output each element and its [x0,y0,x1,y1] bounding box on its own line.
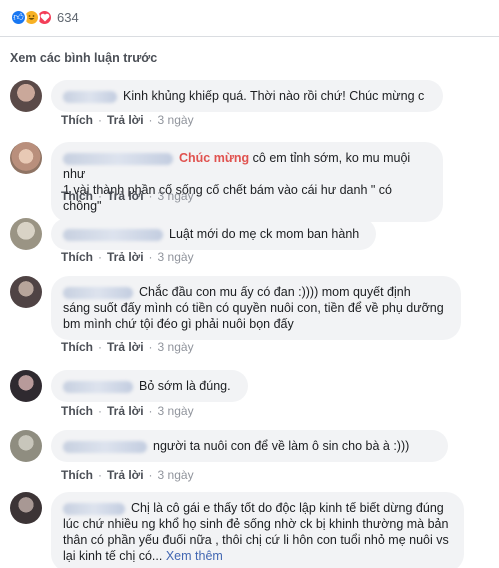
comment-text: Luật mới do mẹ ck mom ban hành [169,227,360,241]
comment-actions: Thích · Trả lời · 3 ngày [61,113,194,127]
comment-text: Kinh khủng khiếp quá. Thời nào rồi chứ! … [123,89,425,103]
commenter-name-blurred[interactable] [63,380,133,393]
comment-actions: Thích · Trả lời · 3 ngày [61,189,194,203]
avatar[interactable] [10,142,42,174]
comment-actions: Thích · Trả lời · 3 ngày [61,340,194,354]
comment-text: lúc chứ nhiều ng khổ họ sinh đẻ sống nhờ… [63,517,449,563]
commenter-name-blurred[interactable] [63,286,133,299]
comment-actions: Thích · Trả lời · 3 ngày [61,404,194,418]
reactions-bar[interactable]: 👍︎ 634 [0,0,499,34]
divider [0,36,499,37]
comment-timestamp[interactable]: 3 ngày [158,189,194,203]
comment-actions: Thích · Trả lời · 3 ngày [61,250,194,264]
comment-text: Bỏ sớm là đúng. [139,379,231,393]
comment-text: Chắc đầu con mu ấy có đan :)))) mom quyế… [139,285,411,299]
comment-text: người ta nuôi con để về làm ô sin cho bà… [153,439,410,453]
commenter-name-blurred[interactable] [63,152,173,165]
reply-link[interactable]: Trả lời [107,340,144,354]
comment-bubble: Bỏ sớm là đúng. [51,370,248,402]
like-link[interactable]: Thích [61,340,93,354]
avatar[interactable] [10,370,42,402]
view-previous-comments-link[interactable]: Xem các bình luận trước [10,51,157,65]
like-link[interactable]: Thích [61,250,93,264]
comment-text: Chị là cô gái e thấy tốt do độc lập kinh… [131,501,444,515]
reply-link[interactable]: Trả lời [107,468,144,482]
reply-link[interactable]: Trả lời [107,113,144,127]
comment-timestamp[interactable]: 3 ngày [158,250,194,264]
like-link[interactable]: Thích [61,189,93,203]
avatar[interactable] [10,276,42,308]
avatar[interactable] [10,492,42,524]
see-more-link[interactable]: Xem thêm [166,549,223,563]
reaction-count[interactable]: 634 [57,10,79,25]
avatar[interactable] [10,218,42,250]
avatar[interactable] [10,430,42,462]
commenter-name-blurred[interactable] [63,502,125,515]
comment-timestamp[interactable]: 3 ngày [158,340,194,354]
comment-timestamp[interactable]: 3 ngày [158,113,194,127]
like-link[interactable]: Thích [61,468,93,482]
commenter-name-blurred[interactable] [63,90,117,103]
comment-bubble: người ta nuôi con để về làm ô sin cho bà… [51,430,448,462]
like-reaction-icon: 👍︎ [10,8,27,26]
comment-actions: Thích · Trả lời · 3 ngày [61,468,194,482]
comment-text: sáng suốt đấy mình có tiền có quyền nuôi… [63,301,444,331]
like-link[interactable]: Thích [61,113,93,127]
reply-link[interactable]: Trả lời [107,404,144,418]
comment-highlight: Chúc mừng [179,151,250,165]
comment-bubble: Kinh khủng khiếp quá. Thời nào rồi chứ! … [51,80,443,112]
like-link[interactable]: Thích [61,404,93,418]
commenter-name-blurred[interactable] [63,440,147,453]
reaction-icons[interactable]: 👍︎ [10,8,53,26]
comment-bubble: Chắc đầu con mu ấy có đan :)))) mom quyế… [51,276,461,340]
comment-bubble: Luật mới do mẹ ck mom ban hành [51,218,376,250]
comment-timestamp[interactable]: 3 ngày [158,468,194,482]
commenter-name-blurred[interactable] [63,228,163,241]
comment-bubble: Chúc mừng cô em tỉnh sớm, ko mu muội như… [51,142,443,222]
reply-link[interactable]: Trả lời [107,250,144,264]
reply-link[interactable]: Trả lời [107,189,144,203]
comment-bubble: Chị là cô gái e thấy tốt do độc lập kinh… [51,492,464,568]
avatar[interactable] [10,80,42,112]
comment-timestamp[interactable]: 3 ngày [158,404,194,418]
